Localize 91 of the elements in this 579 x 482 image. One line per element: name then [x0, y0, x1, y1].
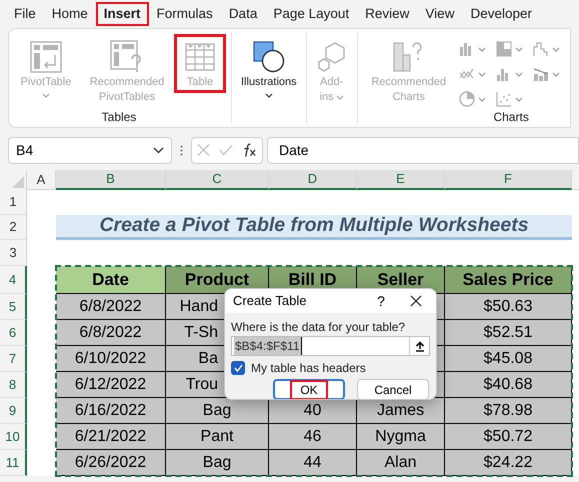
formula-text: Date: [279, 140, 309, 160]
chevron-down-icon: [478, 46, 486, 52]
table-cell: 6/8/2022: [56, 320, 166, 346]
table-cell: $78.98: [445, 398, 572, 424]
table-cell: Pant: [166, 424, 269, 450]
chevron-down-icon: [552, 46, 560, 52]
formula-input[interactable]: Date: [267, 136, 579, 164]
column-header[interactable]: C: [166, 170, 269, 190]
table-cell: 6/12/2022: [56, 372, 166, 398]
table-icon: [185, 43, 215, 71]
table-cell: $50.63: [445, 294, 572, 320]
row-header[interactable]: 8: [0, 372, 27, 398]
table-cell: Bag: [166, 398, 269, 424]
column-header[interactable]: B: [56, 170, 166, 190]
ribbon-button[interactable]: Illustrations: [237, 34, 301, 101]
table-cell: $50.72: [445, 424, 572, 450]
table-cell: Bag: [166, 450, 269, 476]
menu-tab[interactable]: Review: [357, 2, 418, 26]
close-icon[interactable]: [197, 143, 210, 157]
group-label: Tables: [102, 109, 136, 126]
row-header[interactable]: 1: [0, 190, 27, 215]
table-cell: $24.22: [445, 450, 572, 476]
table-cell: 6/8/2022: [56, 294, 166, 320]
arrow-up-icon: [414, 340, 424, 352]
waterfall-chart-icon[interactable]: [532, 41, 549, 57]
table-cell: Nygma: [357, 424, 445, 450]
menu-tab[interactable]: Page Layout: [265, 2, 358, 26]
header-cell: Date: [56, 266, 166, 294]
menu-tab[interactable]: Home: [44, 2, 96, 26]
row-header[interactable]: 9: [0, 398, 27, 424]
table-cell: 6/16/2022: [56, 398, 166, 424]
chevron-down-icon: [552, 72, 560, 76]
chevron-down-icon: [514, 96, 523, 102]
check-icon: [234, 364, 242, 372]
menu-tab[interactable]: File: [6, 2, 44, 26]
check-icon[interactable]: [219, 144, 234, 156]
select-all-corner-icon[interactable]: [12, 176, 24, 188]
pivot-question-icon: [110, 40, 144, 74]
column-header[interactable]: E: [357, 170, 445, 190]
table-cell: $52.51: [445, 320, 572, 346]
column-header[interactable]: D: [269, 170, 357, 190]
row-header[interactable]: 10: [0, 424, 27, 450]
table-cell: 6/21/2022: [56, 424, 166, 450]
row-header[interactable]: 5: [0, 294, 27, 320]
pivot-table-icon: [30, 41, 62, 73]
column-header[interactable]: F: [445, 170, 572, 190]
scatter-chart-icon[interactable]: [496, 91, 512, 107]
row-header[interactable]: 6: [0, 320, 27, 346]
shapes-icon: [252, 41, 285, 73]
table-cell: 40: [269, 398, 357, 424]
hexagons-icon: [316, 42, 347, 72]
table-cell: 6/26/2022: [56, 450, 166, 476]
function-icon[interactable]: [242, 142, 257, 158]
close-icon: [410, 295, 422, 307]
chevron-down-icon: [478, 72, 486, 76]
hierarchy-chart-icon[interactable]: [496, 41, 512, 57]
drag-handle-icon[interactable]: [180, 144, 183, 156]
name-box[interactable]: B4: [8, 136, 172, 164]
table-cell: $45.08: [445, 346, 572, 372]
table-cell: James: [357, 398, 445, 424]
menu-tab[interactable]: View: [417, 2, 462, 26]
menu-tab[interactable]: Data: [220, 2, 266, 26]
headers-checkbox[interactable]: [231, 361, 245, 375]
menu-tab[interactable]: Formulas: [148, 2, 221, 26]
cell-reference: B4: [16, 140, 34, 160]
menu-tab[interactable]: Developer: [462, 2, 540, 26]
range-value: $B$4:$F$11: [234, 337, 302, 355]
row-header[interactable]: 7: [0, 346, 27, 372]
row-header[interactable]: 3: [0, 240, 27, 266]
chevron-down-icon: [514, 72, 523, 76]
header-cell: Sales Price: [445, 266, 572, 294]
table-cell: 44: [269, 450, 357, 476]
range-input[interactable]: $B$4:$F$11: [231, 336, 430, 356]
dialog-button[interactable]: Cancel: [357, 379, 429, 399]
combo-chart-icon[interactable]: [532, 66, 549, 82]
table-cell: Alan: [357, 450, 445, 476]
title-banner: Create a Pivot Table from Multiple Worksheets: [56, 215, 572, 240]
dialog-button[interactable]: OK: [273, 379, 345, 399]
chevron-down-icon: [514, 46, 523, 52]
chevron-down-icon: [478, 96, 486, 102]
chevron-down-icon: [153, 146, 164, 154]
row-header[interactable]: 11: [0, 450, 27, 476]
menu-tab[interactable]: Insert: [96, 2, 149, 26]
table-cell: 46: [269, 424, 357, 450]
table-cell: $40.68: [445, 372, 572, 398]
header-cell: Product: [166, 266, 269, 294]
row-header[interactable]: 4: [0, 266, 27, 294]
row-header[interactable]: 2: [0, 215, 27, 240]
table-cell: 6/10/2022: [56, 346, 166, 372]
group-label: Charts: [493, 109, 529, 126]
pie-chart-icon[interactable]: [458, 91, 475, 107]
